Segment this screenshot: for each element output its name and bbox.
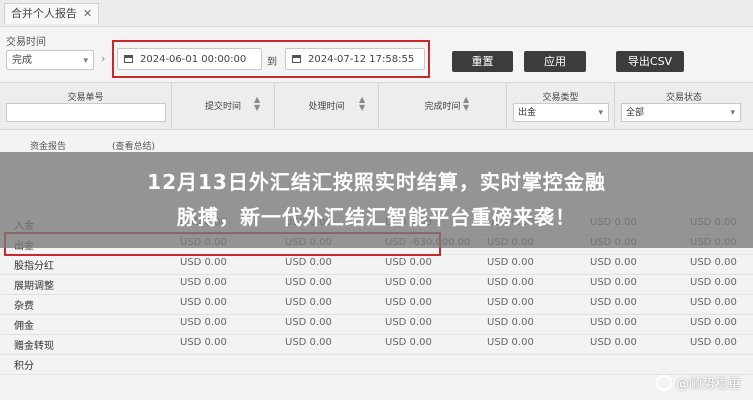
col-process-time[interactable]: 处理时间 ▲ ▼	[275, 83, 379, 129]
col-finish-time-title: 完成时间	[424, 102, 461, 112]
tab-summary[interactable]: (查看总结)	[112, 139, 155, 152]
table-cell: USD 0.00	[385, 317, 432, 328]
table-filter-header: 交易单号 提交时间 ▲ ▼ 处理时间 ▲ ▼ 完成时间 ▲ ▼ 交易类型 出金 ▾ 交…	[0, 82, 753, 130]
table-cell: USD 0.00	[180, 317, 227, 328]
table-cell: USD 0.00	[385, 257, 432, 268]
table-cell: USD 0.00	[385, 277, 432, 288]
col-trade-type: 交易类型 出金 ▾	[507, 83, 615, 129]
col-trade-type-title: 交易类型	[542, 93, 579, 103]
watermark: @顺势稳重	[655, 373, 741, 392]
table-cell: USD 0.00	[690, 297, 737, 308]
tab-fund-report[interactable]: 资金报告	[30, 139, 66, 152]
table-row: 展期调整 USD 0.00 USD 0.00 USD 0.00 USD 0.00 USD …	[0, 274, 753, 295]
row-label: 展期调整	[14, 281, 54, 292]
sort-icon[interactable]: ▲ ▼	[359, 96, 365, 112]
table-cell: USD 0.00	[385, 297, 432, 308]
table-cell: USD 0.00	[487, 297, 534, 308]
headline-line-2: 脉搏，新一代外汇结汇智能平台重磅来袭！	[177, 205, 576, 229]
tab-merged-report[interactable]: 合并个人报告 ✕	[4, 3, 100, 24]
table-row: 佣金 USD 0.00 USD 0.00 USD 0.00 USD 0.00 USD 0.…	[0, 314, 753, 335]
trade-status-select[interactable]: 全部 ▾	[621, 103, 741, 122]
sort-icon[interactable]: ▲ ▼	[463, 96, 469, 112]
status-select-value: 完成	[12, 55, 32, 66]
table-cell: USD 0.00	[385, 337, 432, 348]
table-cell: USD 0.00	[590, 297, 637, 308]
table-row: 积分	[0, 354, 753, 375]
table-cell: USD 0.00	[590, 317, 637, 328]
col-finish-time[interactable]: 完成时间 ▲ ▼	[379, 83, 507, 129]
table-row: 杂费 USD 0.00 USD 0.00 USD 0.00 USD 0.00 USD 0.…	[0, 294, 753, 315]
watermark-logo-icon	[655, 375, 672, 391]
trade-type-select[interactable]: 出金 ▾	[513, 103, 609, 122]
sort-icon[interactable]: ▲ ▼	[254, 96, 260, 112]
row-label: 积分	[14, 361, 34, 372]
table-cell: USD 0.00	[690, 257, 737, 268]
watermark-text: @顺势稳重	[675, 377, 741, 392]
tab-bar: 合并个人报告 ✕	[0, 0, 753, 27]
reset-button[interactable]: 重置	[452, 51, 513, 72]
table-cell: USD 0.00	[690, 317, 737, 328]
headline-line-1: 12月13日外汇结汇按照实时结算，实时掌控金融	[147, 170, 606, 194]
table-cell: USD 0.00	[180, 297, 227, 308]
chevron-down-icon: ▾	[598, 108, 603, 118]
table-cell: USD 0.00	[285, 277, 332, 288]
status-select[interactable]: 完成 ▾	[6, 50, 94, 70]
table-cell: USD 0.00	[285, 337, 332, 348]
chevron-down-icon: ▾	[83, 56, 88, 66]
chevron-down-icon: ▾	[730, 108, 735, 118]
col-submit-time[interactable]: 提交时间 ▲ ▼	[172, 83, 275, 129]
headline: 12月13日外汇结汇按照实时结算，实时掌控金融 脉搏，新一代外汇结汇智能平台重磅…	[30, 165, 723, 235]
col-trade-no-title: 交易单号	[67, 93, 104, 103]
apply-button[interactable]: 应用	[524, 51, 586, 72]
col-trade-status-title: 交易状态	[665, 93, 702, 103]
table-cell: USD 0.00	[180, 277, 227, 288]
table-cell: USD 0.00	[487, 317, 534, 328]
date-range-highlight	[112, 40, 430, 78]
table-cell: USD 0.00	[180, 337, 227, 348]
table-cell: USD 0.00	[590, 337, 637, 348]
table-cell: USD 0.00	[285, 257, 332, 268]
tab-title: 合并个人报告	[11, 7, 77, 20]
trade-status-value: 全部	[626, 108, 645, 118]
table-cell: USD 0.00	[180, 257, 227, 268]
table-cell: USD 0.00	[590, 277, 637, 288]
row-label: 股指分红	[14, 261, 54, 272]
table-cell: USD 0.00	[487, 257, 534, 268]
table-cell: USD 0.00	[285, 317, 332, 328]
arrow-right-icon: ›	[101, 52, 106, 65]
table-cell: USD 0.00	[690, 277, 737, 288]
row-label: 赠金转现	[14, 341, 54, 352]
col-trade-status: 交易状态 全部 ▾	[615, 83, 753, 129]
table-cell: USD 0.00	[690, 337, 737, 348]
table-cell: USD 0.00	[487, 337, 534, 348]
row-label: 杂费	[14, 301, 34, 312]
trade-type-value: 出金	[518, 108, 537, 118]
table-row: 赠金转现 USD 0.00 USD 0.00 USD 0.00 USD 0.00 USD …	[0, 334, 753, 355]
row-label: 佣金	[14, 321, 34, 332]
report-subtabs: 资金报告 (查看总结)	[0, 136, 753, 152]
close-icon[interactable]: ✕	[83, 7, 92, 20]
table-cell: USD 0.00	[285, 297, 332, 308]
trade-time-label: 交易时间	[6, 37, 46, 48]
col-trade-no: 交易单号	[0, 83, 172, 129]
table-row: 股指分红 USD 0.00 USD 0.00 USD 0.00 USD 0.00 USD …	[0, 254, 753, 275]
table-cell: USD 0.00	[590, 257, 637, 268]
trade-no-input[interactable]	[6, 103, 166, 122]
table-cell: USD 0.00	[487, 277, 534, 288]
export-csv-button[interactable]: 导出CSV	[616, 51, 684, 72]
